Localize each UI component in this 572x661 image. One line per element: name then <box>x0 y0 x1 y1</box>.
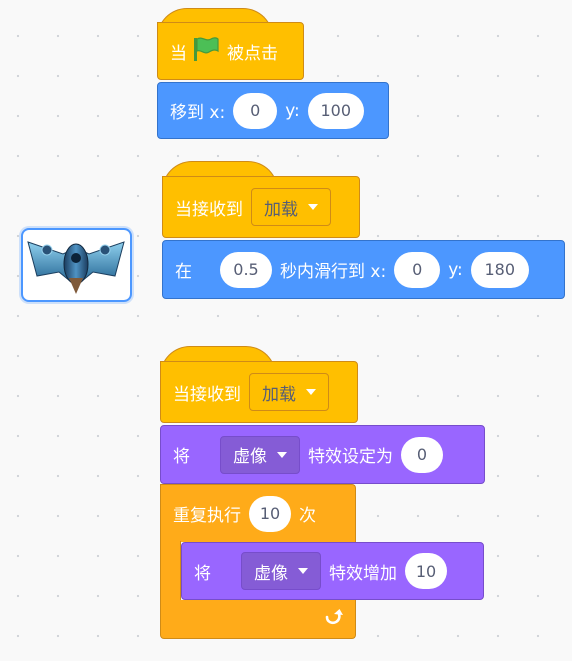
glide-x-input[interactable]: 0 <box>394 251 441 288</box>
when-receive-block[interactable]: 当接收到 加载 <box>160 361 358 423</box>
when-receive-block[interactable]: 当接收到 加载 <box>162 176 360 238</box>
set-effect-suffix: 特效设定为 <box>308 447 393 467</box>
loop-arrow-icon <box>323 605 345 632</box>
goto-label: 移到 x: <box>170 103 226 123</box>
change-effect-value-input[interactable]: 10 <box>405 553 447 589</box>
repeat-arm <box>160 541 181 604</box>
message-value: 加载 <box>264 199 298 220</box>
spaceship-sprite-icon[interactable] <box>21 228 132 302</box>
change-effect-block[interactable]: 将 虚像 特效增加 10 <box>181 542 484 600</box>
when-flag-clicked-block[interactable]: 当 被点击 <box>157 22 304 80</box>
goto-xy-block[interactable]: 移到 x: 0 y: 100 <box>157 82 389 139</box>
glide-secs-input[interactable]: 0.5 <box>220 251 272 288</box>
effect-dropdown[interactable]: 虚像 <box>220 435 300 474</box>
when-receive-label: 当接收到 <box>173 384 241 405</box>
glide-y-input[interactable]: 180 <box>470 251 529 288</box>
message-dropdown[interactable]: 加载 <box>249 373 329 411</box>
clicked-label: 被点击 <box>227 43 278 64</box>
change-effect-label: 将 <box>194 563 211 584</box>
repeat-times-input[interactable]: 10 <box>249 495 291 532</box>
repeat-footer <box>160 600 356 639</box>
chevron-down-icon <box>308 204 318 210</box>
goto-y-input[interactable]: 100 <box>307 92 364 129</box>
green-flag-icon <box>191 36 221 67</box>
glide-y-label: y: <box>448 259 463 280</box>
message-dropdown[interactable]: 加载 <box>251 188 331 226</box>
set-effect-value-input[interactable]: 0 <box>401 436 443 473</box>
glide-in-label: 在 <box>175 262 192 282</box>
set-effect-label: 将 <box>173 447 190 467</box>
chevron-down-icon <box>306 389 316 395</box>
set-effect-block[interactable]: 将 虚像 特效设定为 0 <box>160 425 485 484</box>
repeat-suffix: 次 <box>299 506 316 526</box>
when-label: 当 <box>170 43 187 64</box>
goto-y-label: y: <box>285 100 300 121</box>
when-receive-label: 当接收到 <box>175 199 243 220</box>
repeat-block[interactable]: 重复执行 10 次 <box>160 484 356 542</box>
effect-value: 虚像 <box>233 447 267 467</box>
effect-value: 虚像 <box>254 563 288 584</box>
chevron-down-icon <box>298 568 308 574</box>
chevron-down-icon <box>277 451 287 458</box>
repeat-label: 重复执行 <box>173 506 241 526</box>
goto-x-input[interactable]: 0 <box>233 92 278 129</box>
glide-block[interactable]: 在 0.5 秒内滑行到 x: 0 y: 180 <box>162 240 565 299</box>
message-value: 加载 <box>262 384 296 405</box>
glide-to-label: 秒内滑行到 x: <box>280 262 387 282</box>
effect-dropdown[interactable]: 虚像 <box>241 552 321 590</box>
change-effect-suffix: 特效增加 <box>329 563 397 584</box>
